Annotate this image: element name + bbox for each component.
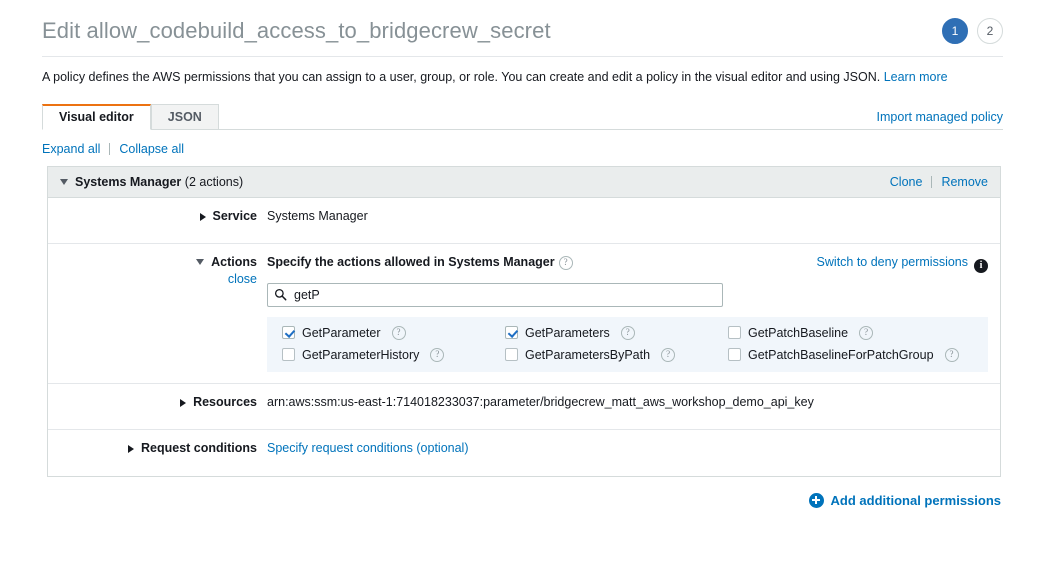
- question-icon-getparametersbypath[interactable]: ?: [661, 347, 676, 362]
- actions-row-label: Actions close: [48, 244, 267, 383]
- actions-heading: Specify the actions allowed in Systems M…: [267, 255, 573, 270]
- service-label-text: Service: [212, 208, 257, 223]
- specify-request-conditions-link[interactable]: Specify request conditions (optional): [267, 441, 469, 455]
- actions-heading-text: Specify the actions allowed in Systems M…: [267, 254, 555, 269]
- policy-description-text: A policy defines the AWS permissions tha…: [42, 70, 881, 84]
- tab-json[interactable]: JSON: [150, 103, 219, 130]
- editor-tabs-row: Visual editor JSON Import managed policy: [42, 103, 1003, 130]
- request-conditions-label-text: Request conditions: [141, 440, 257, 455]
- checkbox-getparameter[interactable]: [282, 326, 295, 339]
- actions-label-text: Actions: [211, 254, 257, 269]
- tab-visual-editor[interactable]: Visual editor: [42, 103, 151, 130]
- actions-count-text: (2 actions): [184, 174, 244, 189]
- checkbox-item-getparameter[interactable]: GetParameter ?: [267, 325, 490, 340]
- chevron-right-icon[interactable]: [199, 212, 206, 221]
- policy-description: A policy defines the AWS permissions tha…: [0, 57, 1045, 87]
- collapse-all-link[interactable]: Collapse all: [119, 142, 184, 156]
- checkbox-label-getparameters: GetParameters: [525, 325, 610, 340]
- resources-row: Resources arn:aws:ssm:us-east-1:71401823…: [48, 384, 1000, 430]
- question-icon-getpatchbaselineforpatchgroup[interactable]: ?: [944, 347, 959, 362]
- actions-row: Actions close Specify the actions allowe…: [48, 244, 1000, 384]
- expand-collapse-toolbar: Expand all Collapse all: [42, 142, 1003, 156]
- resources-row-value: arn:aws:ssm:us-east-1:714018233037:param…: [267, 394, 814, 409]
- request-conditions-row-content: Specify request conditions (optional): [267, 430, 1000, 476]
- import-managed-policy-link[interactable]: Import managed policy: [877, 110, 1003, 129]
- resources-row-label: Resources: [48, 384, 267, 429]
- checkbox-item-getpatchbaseline[interactable]: GetPatchBaseline ?: [713, 325, 988, 340]
- actions-row-content: Specify the actions allowed in Systems M…: [267, 244, 1000, 383]
- service-row: Service Systems Manager: [48, 198, 1000, 244]
- learn-more-link[interactable]: Learn more: [884, 70, 948, 84]
- permission-block-card: Systems Manager (2 actions) Clone Remove…: [47, 165, 1001, 477]
- question-icon-getparameters[interactable]: ?: [620, 325, 635, 340]
- checkbox-item-getparametersbypath[interactable]: GetParametersByPath ?: [490, 347, 713, 362]
- permission-block-title: Systems Manager (2 actions): [75, 175, 243, 189]
- deny-permissions-group: Switch to deny permissions i: [817, 255, 988, 273]
- actions-checkbox-grid: GetParameter ? GetParameters ? GetPatchB…: [267, 316, 988, 372]
- actions-search-wrapper: [267, 282, 723, 307]
- question-icon-getparameterhistory[interactable]: ?: [430, 347, 445, 362]
- card-actions-divider: [931, 175, 933, 188]
- checkbox-label-getparameterhistory: GetParameterHistory: [302, 347, 420, 362]
- request-conditions-row-label: Request conditions: [48, 430, 267, 476]
- checkbox-item-getparameters[interactable]: GetParameters ?: [490, 325, 713, 340]
- service-name-text: Systems Manager: [75, 174, 182, 189]
- info-icon[interactable]: i: [974, 258, 988, 273]
- checkbox-item-getparameterhistory[interactable]: GetParameterHistory ?: [267, 347, 490, 362]
- step-indicator: 1 2: [942, 18, 1003, 44]
- plus-circle-icon: [808, 492, 824, 508]
- switch-to-deny-permissions-link[interactable]: Switch to deny permissions: [817, 255, 968, 269]
- checkbox-label-getparametersbypath: GetParametersByPath: [525, 347, 651, 362]
- checkbox-label-getpatchbaseline: GetPatchBaseline: [748, 325, 849, 340]
- checkbox-label-getparameter: GetParameter: [302, 325, 381, 340]
- expand-all-link[interactable]: Expand all: [42, 142, 100, 156]
- actions-search-input[interactable]: [267, 282, 723, 307]
- checkbox-getparameterhistory[interactable]: [282, 348, 295, 361]
- service-row-label: Service: [48, 198, 267, 243]
- add-additional-permissions-label: Add additional permissions: [830, 492, 1001, 508]
- chevron-right-icon-conditions[interactable]: [128, 444, 135, 453]
- checkbox-item-getpatchbaselineforpatchgroup[interactable]: GetPatchBaselineForPatchGroup ?: [713, 347, 988, 362]
- service-row-value: Systems Manager: [267, 208, 368, 223]
- page-footer: Add additional permissions: [47, 492, 1001, 508]
- checkbox-getparametersbypath[interactable]: [505, 348, 518, 361]
- actions-close-link[interactable]: close: [228, 272, 257, 286]
- remove-link[interactable]: Remove: [941, 175, 988, 189]
- question-icon[interactable]: ?: [558, 255, 573, 270]
- checkbox-label-getpatchbaselineforpatchgroup: GetPatchBaselineForPatchGroup: [748, 347, 934, 362]
- page-title: Edit allow_codebuild_access_to_bridgecre…: [42, 18, 551, 43]
- checkbox-getpatchbaselineforpatchgroup[interactable]: [728, 348, 741, 361]
- page-header: Edit allow_codebuild_access_to_bridgecre…: [0, 0, 1045, 48]
- resources-label-text: Resources: [193, 394, 257, 409]
- request-conditions-row: Request conditions Specify request condi…: [48, 430, 1000, 476]
- add-additional-permissions-button[interactable]: Add additional permissions: [808, 492, 1001, 508]
- chevron-right-icon-resources[interactable]: [180, 398, 187, 407]
- permission-block-header-left: Systems Manager (2 actions): [60, 175, 243, 189]
- checkbox-getparameters[interactable]: [505, 326, 518, 339]
- checkbox-getpatchbaseline[interactable]: [728, 326, 741, 339]
- question-icon-getpatchbaseline[interactable]: ?: [859, 325, 874, 340]
- question-icon-getparameter[interactable]: ?: [391, 325, 406, 340]
- chevron-down-icon-actions[interactable]: [196, 258, 205, 265]
- step-2[interactable]: 2: [977, 18, 1003, 44]
- toolbar-divider: [109, 142, 111, 155]
- permission-block-header-actions: Clone Remove: [890, 175, 988, 189]
- iam-policy-editor-page: Edit allow_codebuild_access_to_bridgecre…: [0, 0, 1045, 571]
- editor-tabs: Visual editor JSON: [42, 103, 219, 130]
- permission-block-header: Systems Manager (2 actions) Clone Remove: [48, 166, 1000, 198]
- chevron-down-icon[interactable]: [60, 178, 68, 185]
- actions-heading-row: Specify the actions allowed in Systems M…: [267, 255, 988, 273]
- clone-link[interactable]: Clone: [890, 175, 923, 189]
- step-1[interactable]: 1: [942, 18, 968, 44]
